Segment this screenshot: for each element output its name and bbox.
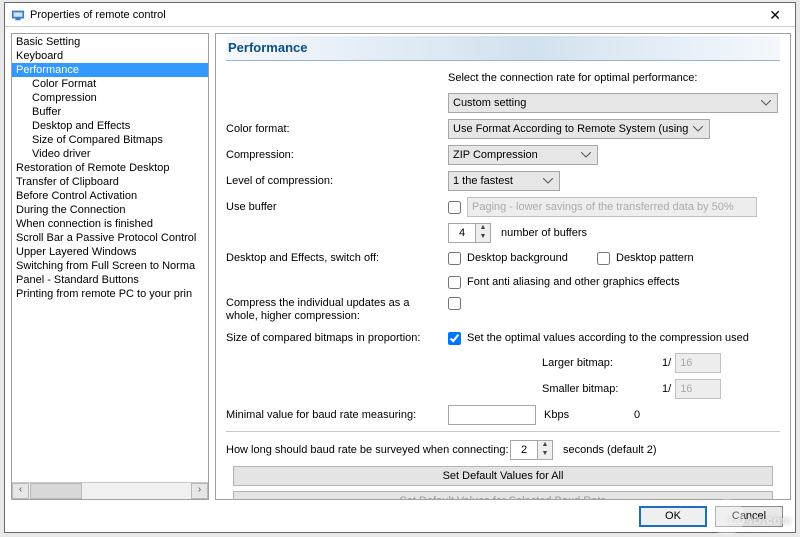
font-aa-label: Font anti aliasing and other graphics ef… — [467, 276, 680, 288]
compress-whole-checkbox[interactable] — [448, 297, 461, 310]
larger-bitmap-select: 16 — [675, 353, 721, 373]
close-button[interactable]: ✕ — [761, 6, 789, 24]
compression-select[interactable]: ZIP Compression — [448, 145, 598, 165]
smaller-bitmap-label: Smaller bitmap: — [542, 383, 662, 395]
level-label: Level of compression: — [226, 175, 448, 187]
window-title: Properties of remote control — [30, 9, 761, 21]
optimal-values-checkbox[interactable] — [448, 332, 461, 345]
optimal-values-label: Set the optimal values according to the … — [467, 332, 749, 344]
set-defaults-all-button[interactable]: Set Default Values for All — [233, 466, 773, 486]
buffer-count-input[interactable] — [448, 223, 476, 243]
nav-item[interactable]: Scroll Bar a Passive Protocol Control — [12, 231, 208, 245]
nav-item[interactable]: Panel - Standard Buttons — [12, 273, 208, 287]
nav-item[interactable]: Color Format — [12, 77, 208, 91]
nav-list: Basic SettingKeyboardPerformanceColor Fo… — [12, 34, 208, 482]
survey-label: How long should baud rate be surveyed wh… — [226, 444, 510, 456]
min-baud-input[interactable] — [448, 405, 536, 425]
use-buffer-checkbox[interactable] — [448, 201, 461, 214]
buffer-count-label: number of buffers — [501, 227, 587, 239]
spin-down-icon[interactable]: ▼ — [476, 233, 490, 242]
panel-heading: Performance — [226, 36, 780, 61]
smaller-bitmap-select: 16 — [675, 379, 721, 399]
one-over-label-2: 1/ — [662, 383, 671, 395]
survey-spinner[interactable]: ▲▼ — [510, 440, 553, 460]
nav-item[interactable]: Printing from remote PC to your prin — [12, 287, 208, 301]
nav-item[interactable]: During the Connection — [12, 203, 208, 217]
compress-whole-label: Compress the individual updates as a who… — [226, 297, 448, 323]
buffer-label: Use buffer — [226, 201, 448, 213]
nav-h-scrollbar[interactable]: ‹ › — [12, 482, 208, 499]
spin-down-icon[interactable]: ▼ — [538, 450, 552, 459]
survey-suffix: seconds (default 2) — [563, 444, 657, 456]
separator — [226, 431, 780, 432]
nav-item[interactable]: Video driver — [12, 147, 208, 161]
color-format-select[interactable]: Use Format According to Remote System (u… — [448, 119, 710, 139]
desktop-effects-label: Desktop and Effects, switch off: — [226, 252, 448, 264]
level-select[interactable]: 1 the fastest — [448, 171, 560, 191]
nav-item[interactable]: Transfer of Clipboard — [12, 175, 208, 189]
connection-rate-select[interactable]: Custom setting — [448, 93, 778, 113]
color-format-label: Color format: — [226, 123, 448, 135]
desktop-pattern-label: Desktop pattern — [616, 252, 694, 264]
kbps-label: Kbps — [544, 409, 634, 421]
scroll-right-icon[interactable]: › — [191, 483, 208, 499]
nav-item[interactable]: Before Control Activation — [12, 189, 208, 203]
app-icon — [11, 8, 25, 22]
desktop-bg-checkbox[interactable] — [448, 252, 461, 265]
nav-item[interactable]: Switching from Full Screen to Norma — [12, 259, 208, 273]
larger-bitmap-label: Larger bitmap: — [542, 357, 662, 369]
zero-value: 0 — [634, 409, 640, 421]
nav-item[interactable]: Basic Setting — [12, 35, 208, 49]
size-bitmaps-label: Size of compared bitmaps in proportion: — [226, 332, 448, 344]
nav-item[interactable]: Upper Layered Windows — [12, 245, 208, 259]
spin-up-icon[interactable]: ▲ — [476, 224, 490, 233]
dialog-footer: OK Cancel — [5, 500, 795, 532]
buffer-count-spinner[interactable]: ▲▼ — [448, 223, 491, 243]
dialog-body: Basic SettingKeyboardPerformanceColor Fo… — [5, 27, 795, 500]
nav-tree: Basic SettingKeyboardPerformanceColor Fo… — [11, 33, 209, 500]
ok-button[interactable]: OK — [639, 506, 707, 527]
font-aa-checkbox[interactable] — [448, 276, 461, 289]
nav-item[interactable]: Buffer — [12, 105, 208, 119]
cancel-button[interactable]: Cancel — [715, 506, 783, 527]
spin-up-icon[interactable]: ▲ — [538, 441, 552, 450]
paging-select: Paging - lower savings of the transferre… — [467, 197, 757, 217]
nav-item[interactable]: Compression — [12, 91, 208, 105]
nav-item[interactable]: Restoration of Remote Desktop — [12, 161, 208, 175]
scroll-thumb[interactable] — [30, 483, 82, 499]
intro-text: Select the connection rate for optimal p… — [448, 72, 697, 84]
nav-item[interactable]: When connection is finished — [12, 217, 208, 231]
desktop-pattern-checkbox[interactable] — [597, 252, 610, 265]
settings-panel: Performance Select the connection rate f… — [215, 33, 791, 500]
scroll-left-icon[interactable]: ‹ — [12, 483, 29, 499]
set-defaults-selected-button: Set Default Values for Selected Baud Rat… — [233, 491, 773, 500]
nav-item[interactable]: Size of Compared Bitmaps — [12, 133, 208, 147]
one-over-label: 1/ — [662, 357, 671, 369]
dialog-window: Properties of remote control ✕ Basic Set… — [4, 2, 796, 533]
survey-input[interactable] — [510, 440, 538, 460]
compression-label: Compression: — [226, 149, 448, 161]
min-baud-label: Minimal value for baud rate measuring: — [226, 409, 448, 421]
desktop-bg-label: Desktop background — [467, 252, 597, 264]
titlebar: Properties of remote control ✕ — [5, 3, 795, 27]
nav-item[interactable]: Desktop and Effects — [12, 119, 208, 133]
nav-item[interactable]: Keyboard — [12, 49, 208, 63]
nav-item[interactable]: Performance — [12, 63, 208, 77]
